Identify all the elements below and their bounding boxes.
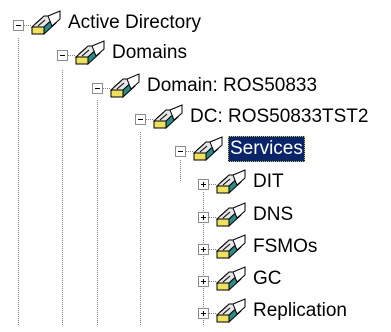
folder-gear-icon [215, 169, 249, 197]
expand-plus-icon[interactable] [198, 308, 209, 319]
expand-plus-icon[interactable] [198, 212, 209, 223]
tree-node-label[interactable]: Active Directory [66, 10, 203, 36]
collapse-minus-icon[interactable] [135, 114, 146, 125]
folder-gear-icon [109, 73, 143, 101]
folder-gear-icon [215, 298, 249, 326]
collapse-minus-icon[interactable] [175, 146, 186, 157]
expand-plus-icon[interactable] [198, 276, 209, 287]
tree-guide-line [18, 38, 19, 325]
collapse-minus-icon[interactable] [13, 20, 24, 31]
folder-gear-icon [215, 234, 249, 262]
collapse-minus-icon[interactable] [92, 83, 103, 94]
expand-plus-icon[interactable] [198, 244, 209, 255]
expand-plus-icon[interactable] [198, 179, 209, 190]
folder-gear-icon [30, 10, 64, 38]
folder-gear-icon [215, 202, 249, 230]
tree-node-label[interactable]: DNS [251, 202, 295, 228]
tree-node-label[interactable]: FSMOs [251, 234, 319, 260]
tree-node-label[interactable]: DIT [251, 169, 286, 195]
tree-node-label[interactable]: Domains [110, 40, 189, 66]
folder-gear-icon [192, 136, 226, 164]
folder-gear-icon [74, 40, 108, 68]
tree-node-label[interactable]: DC: ROS50833TST2 [188, 104, 370, 130]
folder-gear-icon [152, 104, 186, 132]
tree-guide-line [140, 132, 141, 325]
tree-guide-line [180, 160, 181, 181]
tree-node-label[interactable]: Domain: ROS50833 [145, 73, 319, 99]
tree-node-label[interactable]: Replication [251, 298, 349, 324]
tree-node-label[interactable]: Services [228, 136, 305, 162]
tree-node-label[interactable]: GC [251, 266, 284, 292]
collapse-minus-icon[interactable] [57, 50, 68, 61]
tree-guide-line [97, 100, 98, 325]
tree-view[interactable]: Active Directory Domains Domain: ROS50833 D… [0, 0, 391, 325]
folder-gear-icon [215, 266, 249, 294]
tree-guide-line [62, 70, 63, 325]
